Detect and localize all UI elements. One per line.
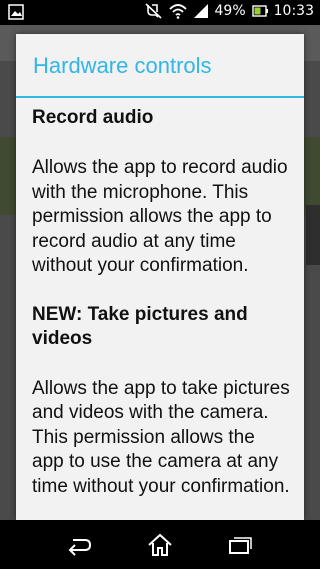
dialog-body-scroll[interactable]: Record audio Allows the app to record au… xyxy=(16,98,304,499)
battery-icon xyxy=(251,5,268,17)
permissions-dialog: Hardware controls Record audio Allows th… xyxy=(16,34,304,520)
wifi-icon xyxy=(168,3,187,19)
mute-icon xyxy=(144,3,163,19)
signal-icon xyxy=(193,3,209,19)
permission-title: NEW: Take pictures and videos xyxy=(32,303,248,349)
gallery-notification-icon xyxy=(8,4,24,24)
permission-title: Record audio xyxy=(32,107,154,128)
status-bar: 49% 10:33 xyxy=(0,0,320,25)
home-icon[interactable] xyxy=(145,530,175,560)
dialog-title: Hardware controls xyxy=(33,53,212,78)
clock: 10:33 xyxy=(273,3,314,19)
battery-percent: 49% xyxy=(214,3,246,19)
permission-description: Allows the app to take pictures and vide… xyxy=(32,377,290,497)
permission-description: Allows the app to record audio with the … xyxy=(32,157,288,276)
back-icon[interactable] xyxy=(65,530,95,560)
navigation-bar xyxy=(0,520,320,569)
recent-apps-icon[interactable] xyxy=(225,530,255,560)
